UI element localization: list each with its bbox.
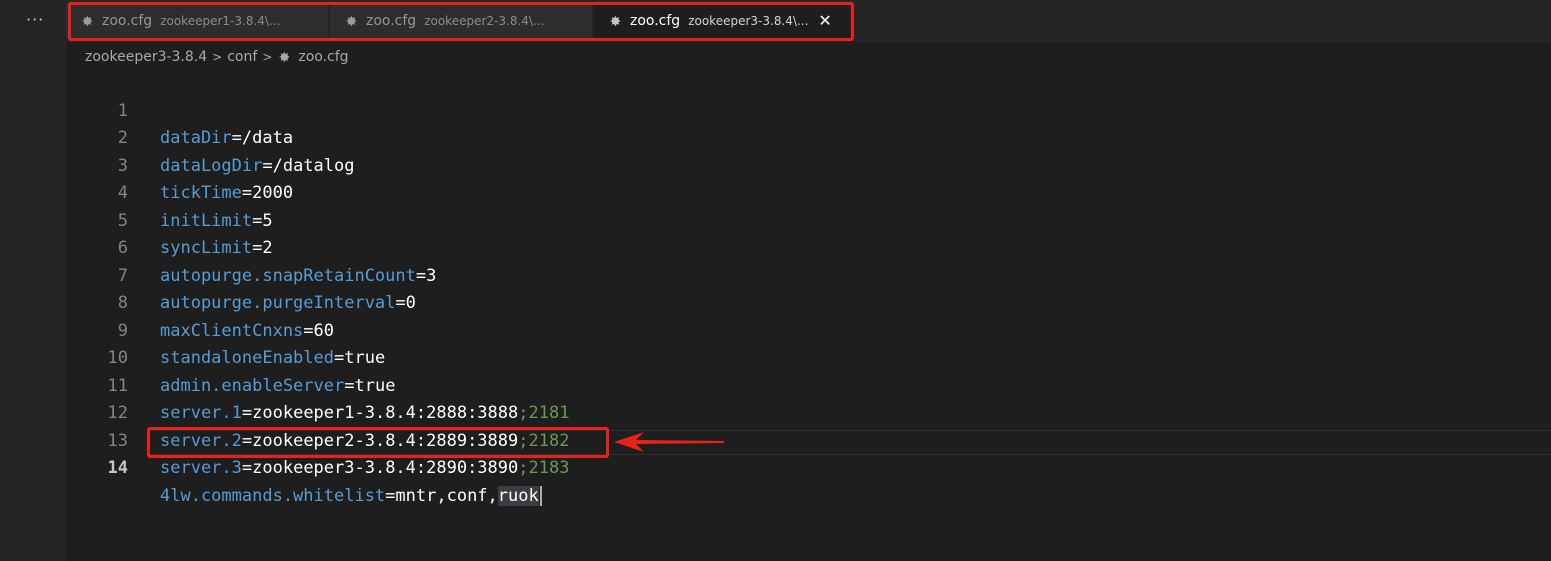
tab-filename: zoo.cfg	[102, 13, 153, 29]
code-line[interactable]: 6 autopurge.snapRetainCount=3	[66, 208, 1551, 286]
tab-path: zookeeper2-3.8.4\...	[424, 14, 545, 28]
line-number: 14	[107, 458, 128, 478]
code-line[interactable]: 9 standaloneEnabled=true	[66, 290, 1551, 369]
tab-bar: zoo.cfg zookeeper1-3.8.4\... zoo.cfg zoo…	[66, 0, 1551, 42]
tab-path: zookeeper3-3.8.4\...	[688, 14, 809, 28]
code-line[interactable]: 11 server.1=zookeeper1-3.8.4:2888:3888;2…	[66, 345, 1551, 424]
code-editor[interactable]: 1 dataDir=/data 2 dataLogDir=/datalog 3 …	[66, 70, 1551, 506]
config-key: server.3	[160, 458, 242, 478]
config-key: 4lw.commands.whitelist	[160, 485, 386, 506]
gear-icon	[608, 14, 622, 28]
code-line[interactable]: 2 dataLogDir=/datalog	[66, 98, 1551, 176]
breadcrumb: zookeeper3-3.8.4 > conf > zoo.cfg	[85, 46, 349, 68]
close-icon[interactable]: ✕	[818, 13, 831, 29]
arrow-left-icon	[614, 432, 724, 452]
code-line[interactable]: 3 tickTime=2000	[66, 125, 1551, 204]
gear-icon	[277, 50, 291, 64]
tab-filename: zoo.cfg	[366, 13, 417, 29]
gear-icon	[344, 14, 358, 28]
tab-zoo-cfg-zookeeper3[interactable]: zoo.cfg zookeeper3-3.8.4\... ✕	[594, 3, 854, 39]
activity-bar: ···	[0, 0, 66, 561]
code-line[interactable]: 5 syncLimit=2	[66, 180, 1551, 259]
breadcrumb-item-folder[interactable]: zookeeper3-3.8.4	[85, 49, 207, 65]
breadcrumb-item-file[interactable]: zoo.cfg	[298, 49, 348, 65]
tab-filename: zoo.cfg	[630, 13, 681, 29]
config-value: zookeeper3-3.8.4:2890:3890	[252, 458, 519, 478]
chevron-right-icon: >	[212, 50, 223, 64]
config-value: mntr,conf,	[395, 485, 498, 506]
selected-text[interactable]: ruok	[497, 485, 539, 506]
tab-zoo-cfg-zookeeper2[interactable]: zoo.cfg zookeeper2-3.8.4\...	[330, 3, 592, 39]
more-actions-icon[interactable]: ···	[26, 10, 44, 30]
code-line[interactable]: 8 maxClientCnxns=60	[66, 263, 1551, 341]
tab-path: zookeeper1-3.8.4\...	[160, 14, 281, 28]
gear-icon	[80, 14, 94, 28]
text-cursor	[539, 485, 542, 506]
chevron-right-icon: >	[262, 50, 273, 64]
code-line[interactable]: 7 autopurge.purgeInterval=0	[66, 235, 1551, 314]
tab-zoo-cfg-zookeeper1[interactable]: zoo.cfg zookeeper1-3.8.4\...	[66, 3, 328, 39]
code-line-current[interactable]: 14 4lw.commands.whitelist=mntr,conf,ruok	[66, 428, 1551, 506]
code-line[interactable]: 12 server.2=zookeeper2-3.8.4:2889:3889;2…	[66, 373, 1551, 451]
code-line[interactable]: 13 server.3=zookeeper3-3.8.4:2890:3890;2…	[66, 400, 1551, 479]
code-line[interactable]: 4 initLimit=5	[66, 153, 1551, 231]
code-line[interactable]: 10 admin.enableServer=true	[66, 318, 1551, 396]
equals-sign: =	[385, 485, 396, 506]
config-comment: ;2183	[518, 458, 570, 478]
breadcrumb-item-conf[interactable]: conf	[227, 49, 257, 65]
equals-sign: =	[241, 458, 253, 478]
code-line[interactable]: 1 dataDir=/data	[66, 70, 1551, 149]
